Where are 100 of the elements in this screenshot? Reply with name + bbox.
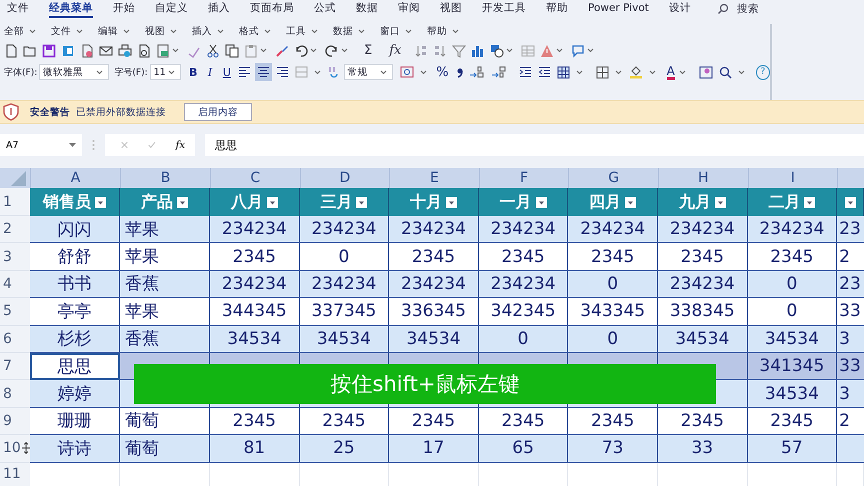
header-label: 产品 <box>141 192 173 212</box>
table-cell: 0 <box>300 243 390 271</box>
table-cell: 2345 <box>568 243 658 271</box>
table-cell: 234234 <box>748 216 838 244</box>
italic-button[interactable]: I <box>202 66 218 78</box>
table-cell: 2345 <box>210 408 300 436</box>
table-cell: 2345 <box>389 243 479 271</box>
table-cell: 3 <box>837 380 864 408</box>
table-cell: 343345 <box>568 298 658 326</box>
classic-menu[interactable]: 编辑 <box>98 25 133 38</box>
table-cell: 34534 <box>389 326 479 353</box>
table-cell: 葡萄 <box>120 435 210 463</box>
font-size-dropdown[interactable]: 11 <box>150 64 181 80</box>
function-button[interactable]: fx <box>389 43 402 58</box>
table-cell: 73 <box>568 435 658 463</box>
table-cell: 苹果 <box>120 216 210 244</box>
table-cell: 香蕉 <box>120 270 210 298</box>
table-cell: 234234 <box>478 216 568 244</box>
table-cell: 舒舒 <box>30 243 120 271</box>
header-label: 二月 <box>768 192 800 212</box>
ribbon-tab[interactable]: 自定义 <box>155 0 188 18</box>
table-cell: 思思 <box>30 352 120 380</box>
caption-banner: 按住shift+鼠标左键 <box>134 364 716 404</box>
table-cell: 65 <box>478 435 568 463</box>
classic-menu[interactable]: 工具 <box>286 25 321 38</box>
table-cell: 3 <box>837 326 864 353</box>
classic-menu[interactable]: 插入 <box>192 25 227 38</box>
font-color-button[interactable]: A <box>666 64 675 80</box>
bold-button[interactable]: B <box>186 66 201 78</box>
ribbon-tab[interactable]: 设计 <box>668 0 691 18</box>
font-dropdown[interactable]: 微软雅黑 <box>39 64 110 80</box>
table-cell: 2 <box>837 408 864 436</box>
row-number[interactable]: 5 <box>0 298 30 326</box>
row-number[interactable]: 10 <box>0 435 30 463</box>
table-cell: 34534 <box>210 326 300 353</box>
row-number[interactable]: 9 <box>0 408 30 436</box>
table-cell: 234234 <box>658 270 748 298</box>
classic-menu[interactable]: 窗口 <box>380 25 415 38</box>
table-cell: 珊珊 <box>30 408 120 436</box>
table-cell: 341345 <box>748 352 838 380</box>
table-cell: 2345 <box>210 243 300 271</box>
header-label: 八月 <box>230 192 263 212</box>
table-cell: 34534 <box>748 380 838 408</box>
ribbon-tab[interactable]: Power Pivot <box>588 1 649 17</box>
ribbon-tab[interactable]: 审阅 <box>398 0 420 18</box>
ribbon-tab[interactable]: 公式 <box>314 0 336 18</box>
table-cell: 234234 <box>389 270 479 298</box>
classic-menu[interactable]: 数据 <box>333 25 368 38</box>
classic-menu[interactable]: 全部 <box>4 25 39 38</box>
percent-button[interactable]: % <box>436 64 449 80</box>
row-number[interactable]: 8 <box>0 380 30 408</box>
enable-content-button[interactable]: 启用内容 <box>184 103 252 121</box>
row-number[interactable]: 6 <box>0 326 30 353</box>
table-cell: 344345 <box>210 298 300 326</box>
row-number[interactable]: 1 <box>0 188 30 216</box>
formula-input[interactable]: 思思 <box>205 134 864 156</box>
table-cell: 0 <box>568 270 658 298</box>
ribbon-tab[interactable]: 文件 <box>7 0 29 18</box>
ribbon-tab[interactable]: 开始 <box>113 0 135 18</box>
table-cell: 34534 <box>300 326 390 353</box>
table-cell: 25 <box>300 435 390 463</box>
row-number[interactable]: 7 <box>0 352 30 380</box>
table-cell: 234234 <box>210 270 300 298</box>
row-number[interactable]: 2 <box>0 216 30 244</box>
underline-button[interactable]: U <box>219 66 234 78</box>
table-cell: 葡萄 <box>120 408 210 436</box>
search-label[interactable]: 搜索 <box>736 2 759 16</box>
table-cell: 342345 <box>478 298 568 326</box>
ribbon-tab[interactable]: 经典菜单 <box>49 0 93 18</box>
table-cell: 33 <box>837 352 864 380</box>
table-cell: 336345 <box>389 298 479 326</box>
classic-menu[interactable]: 文件 <box>51 25 86 38</box>
table-cell: 234234 <box>478 270 568 298</box>
table-cell: 2345 <box>389 408 479 436</box>
classic-menu[interactable]: 帮助 <box>427 25 462 38</box>
sum-button[interactable]: Σ <box>364 43 372 58</box>
warning-title: 安全警告 <box>30 106 70 118</box>
classic-menu[interactable]: 格式 <box>239 25 274 38</box>
name-box[interactable]: A7 <box>0 134 82 156</box>
header-label: 九月 <box>678 192 711 212</box>
ribbon-tab[interactable]: 页面布局 <box>250 0 294 18</box>
table-cell: 23 <box>837 270 864 298</box>
table-cell: 234234 <box>568 216 658 244</box>
header-label: 四月 <box>589 192 622 212</box>
ribbon-tab[interactable]: 视图 <box>440 0 462 18</box>
insert-function-button[interactable]: fx <box>176 140 185 150</box>
row-number[interactable]: 3 <box>0 243 30 271</box>
ribbon-tab[interactable]: 数据 <box>356 0 378 18</box>
table-cell: 338345 <box>658 298 748 326</box>
table-cell: 337345 <box>300 298 390 326</box>
ribbon-tab[interactable]: 帮助 <box>546 0 568 18</box>
ribbon-tab[interactable]: 插入 <box>208 0 230 18</box>
classic-menu[interactable]: 视图 <box>145 25 180 38</box>
table-cell: 34534 <box>658 326 748 353</box>
row-number[interactable]: 4 <box>0 270 30 298</box>
row-number[interactable]: 11 <box>0 462 30 486</box>
table-cell: 苹果 <box>120 243 210 271</box>
header-label: 三月 <box>320 192 352 212</box>
ribbon-tab[interactable]: 开发工具 <box>482 0 526 18</box>
number-format-dropdown[interactable]: 常规 <box>344 64 394 80</box>
